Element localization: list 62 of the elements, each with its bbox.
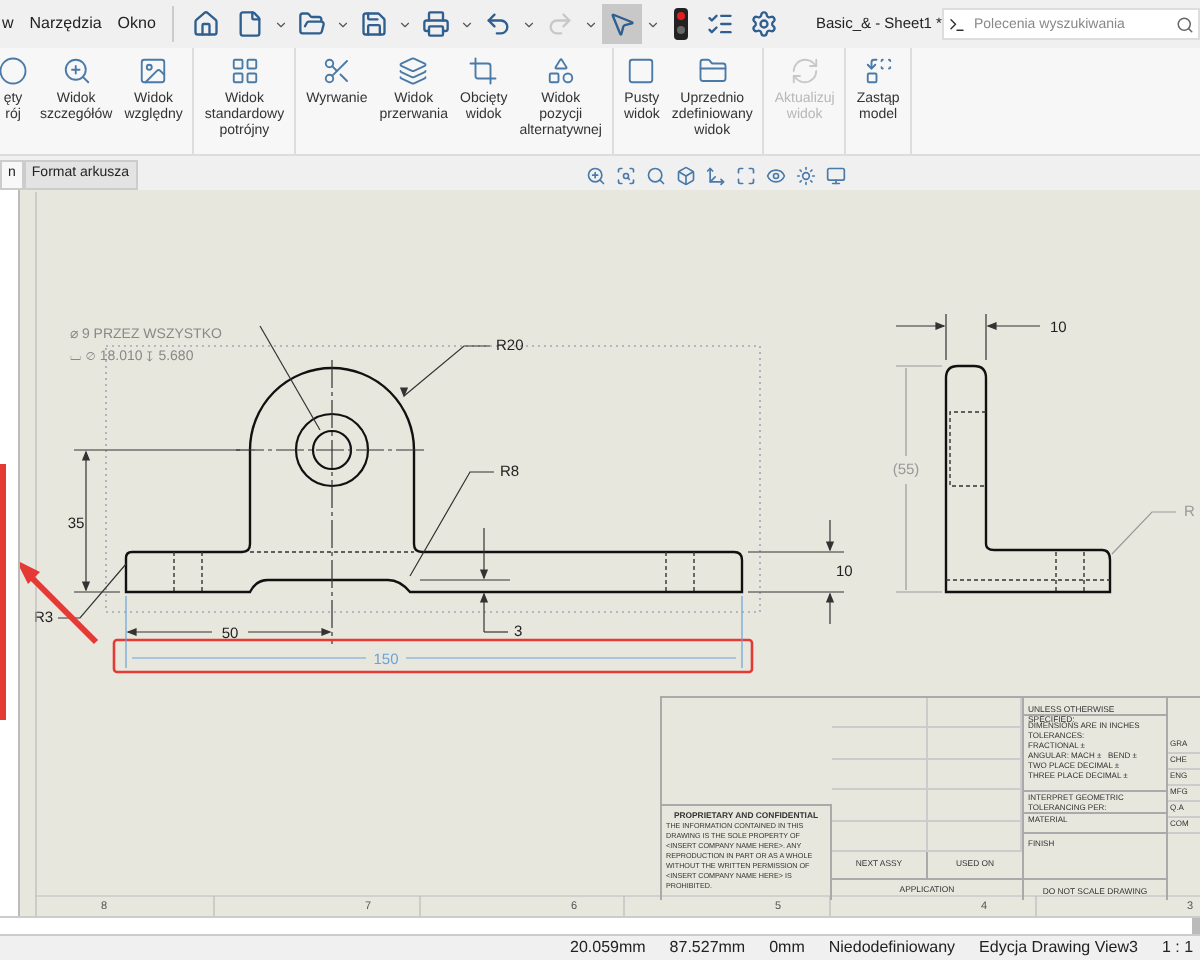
menu-item[interactable]: w xyxy=(2,12,14,36)
status-text: 0mm xyxy=(769,936,805,960)
new-document-icon xyxy=(236,10,264,38)
hole-inner-circle xyxy=(311,429,353,471)
layers-icon xyxy=(398,56,429,86)
magnifier-icon xyxy=(61,56,92,86)
crop-icon xyxy=(468,56,499,86)
title-block-cell xyxy=(832,728,927,760)
title-block-cell xyxy=(927,790,1022,822)
folder-icon xyxy=(697,56,728,86)
status-text: 87.527mm xyxy=(669,936,746,960)
pointer-icon xyxy=(608,10,636,38)
sun-icon[interactable] xyxy=(795,165,816,185)
search-icon[interactable] xyxy=(645,165,666,185)
blank-sheet-icon xyxy=(626,56,657,86)
scissors-icon xyxy=(321,56,352,86)
toolbar-button[interactable] xyxy=(602,4,642,44)
folder-icon xyxy=(298,10,326,38)
grid-icon xyxy=(229,56,260,86)
leader-line xyxy=(399,345,491,398)
title-block-cell xyxy=(832,790,927,822)
terminal-icon xyxy=(947,15,966,33)
leader-line xyxy=(409,471,495,577)
replace-icon xyxy=(863,56,894,86)
status-text: Niedodefiniowany xyxy=(828,936,956,960)
zoom-icon[interactable] xyxy=(585,165,606,185)
eye-icon[interactable] xyxy=(765,165,786,185)
title-block-cell xyxy=(832,698,927,729)
leader-line xyxy=(1111,511,1177,555)
cube-icon[interactable] xyxy=(675,165,696,185)
printer-icon xyxy=(422,10,450,38)
title-block-cell xyxy=(927,728,1022,760)
status-text: 20.059mm xyxy=(570,936,646,960)
horizontal-scrollbar[interactable] xyxy=(0,916,1200,936)
list-icon xyxy=(706,10,734,38)
title-block-cell xyxy=(927,698,1022,729)
refresh-icon xyxy=(789,56,820,86)
menu-item[interactable]: Narzędzia xyxy=(29,12,102,36)
fit-icon[interactable] xyxy=(735,165,756,185)
traffic-light-icon xyxy=(673,8,687,40)
leader-line xyxy=(259,325,321,431)
status-text: Edycja Drawing View3 xyxy=(979,936,1138,960)
status-text: 1 : 1 xyxy=(1161,936,1194,960)
shapes-icon xyxy=(545,56,576,86)
settings-icon xyxy=(750,10,778,38)
title-block-cell xyxy=(927,821,1022,852)
menu-item[interactable]: Okno xyxy=(117,12,156,36)
undo-icon xyxy=(484,10,512,38)
monitor-icon[interactable] xyxy=(825,165,846,185)
redo-icon xyxy=(546,10,574,38)
save-icon xyxy=(360,10,388,38)
title-block-cell xyxy=(832,759,927,791)
title-block-cell xyxy=(927,759,1022,791)
home-icon xyxy=(192,10,220,38)
search-icon xyxy=(1176,15,1194,33)
title-block-cell xyxy=(832,821,927,852)
axes-icon[interactable] xyxy=(705,165,726,185)
zoom-area-icon[interactable] xyxy=(615,165,636,185)
picture-icon xyxy=(138,56,169,86)
annotation-arrow xyxy=(20,560,99,645)
leader-line xyxy=(57,563,127,619)
hole-outer-circle xyxy=(294,412,370,488)
